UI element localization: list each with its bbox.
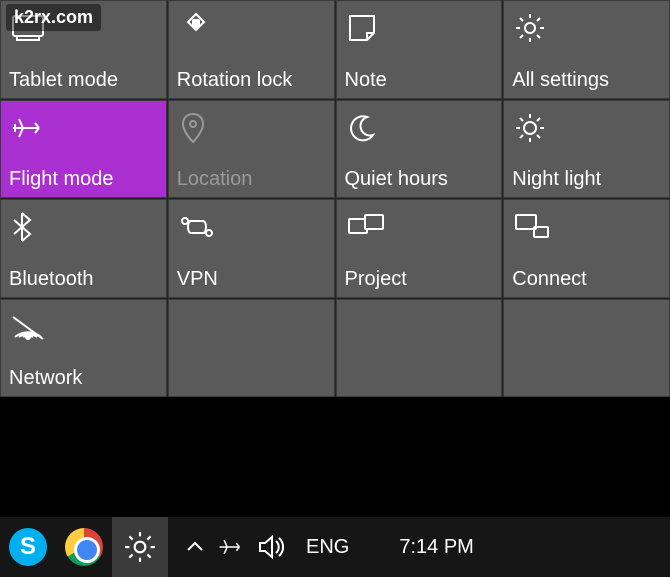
gear-icon [123, 530, 157, 564]
tile-project[interactable]: Project [336, 199, 503, 298]
location-icon [175, 109, 324, 147]
spacer-band [0, 397, 670, 517]
skype-icon: S [9, 528, 47, 566]
taskbar: S ENG 7:14 PM [0, 517, 670, 577]
connect-icon [510, 208, 659, 246]
project-icon [343, 208, 492, 246]
tile-night-light[interactable]: Night light [503, 100, 670, 199]
tile-connect[interactable]: Connect [503, 199, 670, 298]
rotation-lock-icon [175, 9, 324, 47]
sun-icon [510, 109, 659, 147]
tile-label: Flight mode [7, 168, 156, 191]
note-icon [343, 9, 492, 47]
system-tray: ENG 7:14 PM [186, 535, 474, 559]
moon-icon [343, 109, 492, 147]
tile-empty [168, 299, 335, 398]
clock[interactable]: 7:14 PM [399, 536, 473, 559]
tile-rotation-lock[interactable]: Rotation lock [168, 0, 335, 99]
tile-vpn[interactable]: VPN [168, 199, 335, 298]
airplane-icon [7, 109, 156, 147]
taskbar-app-skype[interactable]: S [0, 517, 56, 577]
bluetooth-icon [7, 208, 156, 246]
tile-location[interactable]: Location [168, 100, 335, 199]
tile-label: All settings [510, 69, 659, 92]
watermark-logo: k2rx.com [6, 4, 101, 31]
tile-bluetooth[interactable]: Bluetooth [0, 199, 167, 298]
tile-note[interactable]: Note [336, 0, 503, 99]
airplane-tray-icon[interactable] [218, 536, 244, 558]
tile-label: Rotation lock [175, 69, 324, 92]
tile-label: Tablet mode [7, 69, 156, 92]
tile-label: VPN [175, 268, 324, 291]
tile-quiet-hours[interactable]: Quiet hours [336, 100, 503, 199]
tile-label: Network [7, 367, 156, 390]
chrome-icon [65, 528, 103, 566]
tile-empty [503, 299, 670, 398]
tile-network[interactable]: Network [0, 299, 167, 398]
tile-empty [336, 299, 503, 398]
tile-label: Night light [510, 168, 659, 191]
network-icon [7, 308, 156, 346]
tile-all-settings[interactable]: All settings [503, 0, 670, 99]
tile-label: Note [343, 69, 492, 92]
tile-label: Bluetooth [7, 268, 156, 291]
vpn-icon [175, 208, 324, 246]
gear-icon [510, 9, 659, 47]
chevron-up-icon[interactable] [186, 540, 204, 554]
taskbar-app-chrome[interactable] [56, 517, 112, 577]
quick-actions-grid: Tablet mode Rotation lock Note All setti… [0, 0, 670, 397]
tile-label: Connect [510, 268, 659, 291]
tile-label: Location [175, 168, 324, 191]
taskbar-app-settings[interactable] [112, 517, 168, 577]
tile-label: Project [343, 268, 492, 291]
language-indicator[interactable]: ENG [306, 536, 349, 559]
tile-flight-mode[interactable]: Flight mode [0, 100, 167, 199]
volume-icon[interactable] [258, 535, 284, 559]
tile-label: Quiet hours [343, 168, 492, 191]
